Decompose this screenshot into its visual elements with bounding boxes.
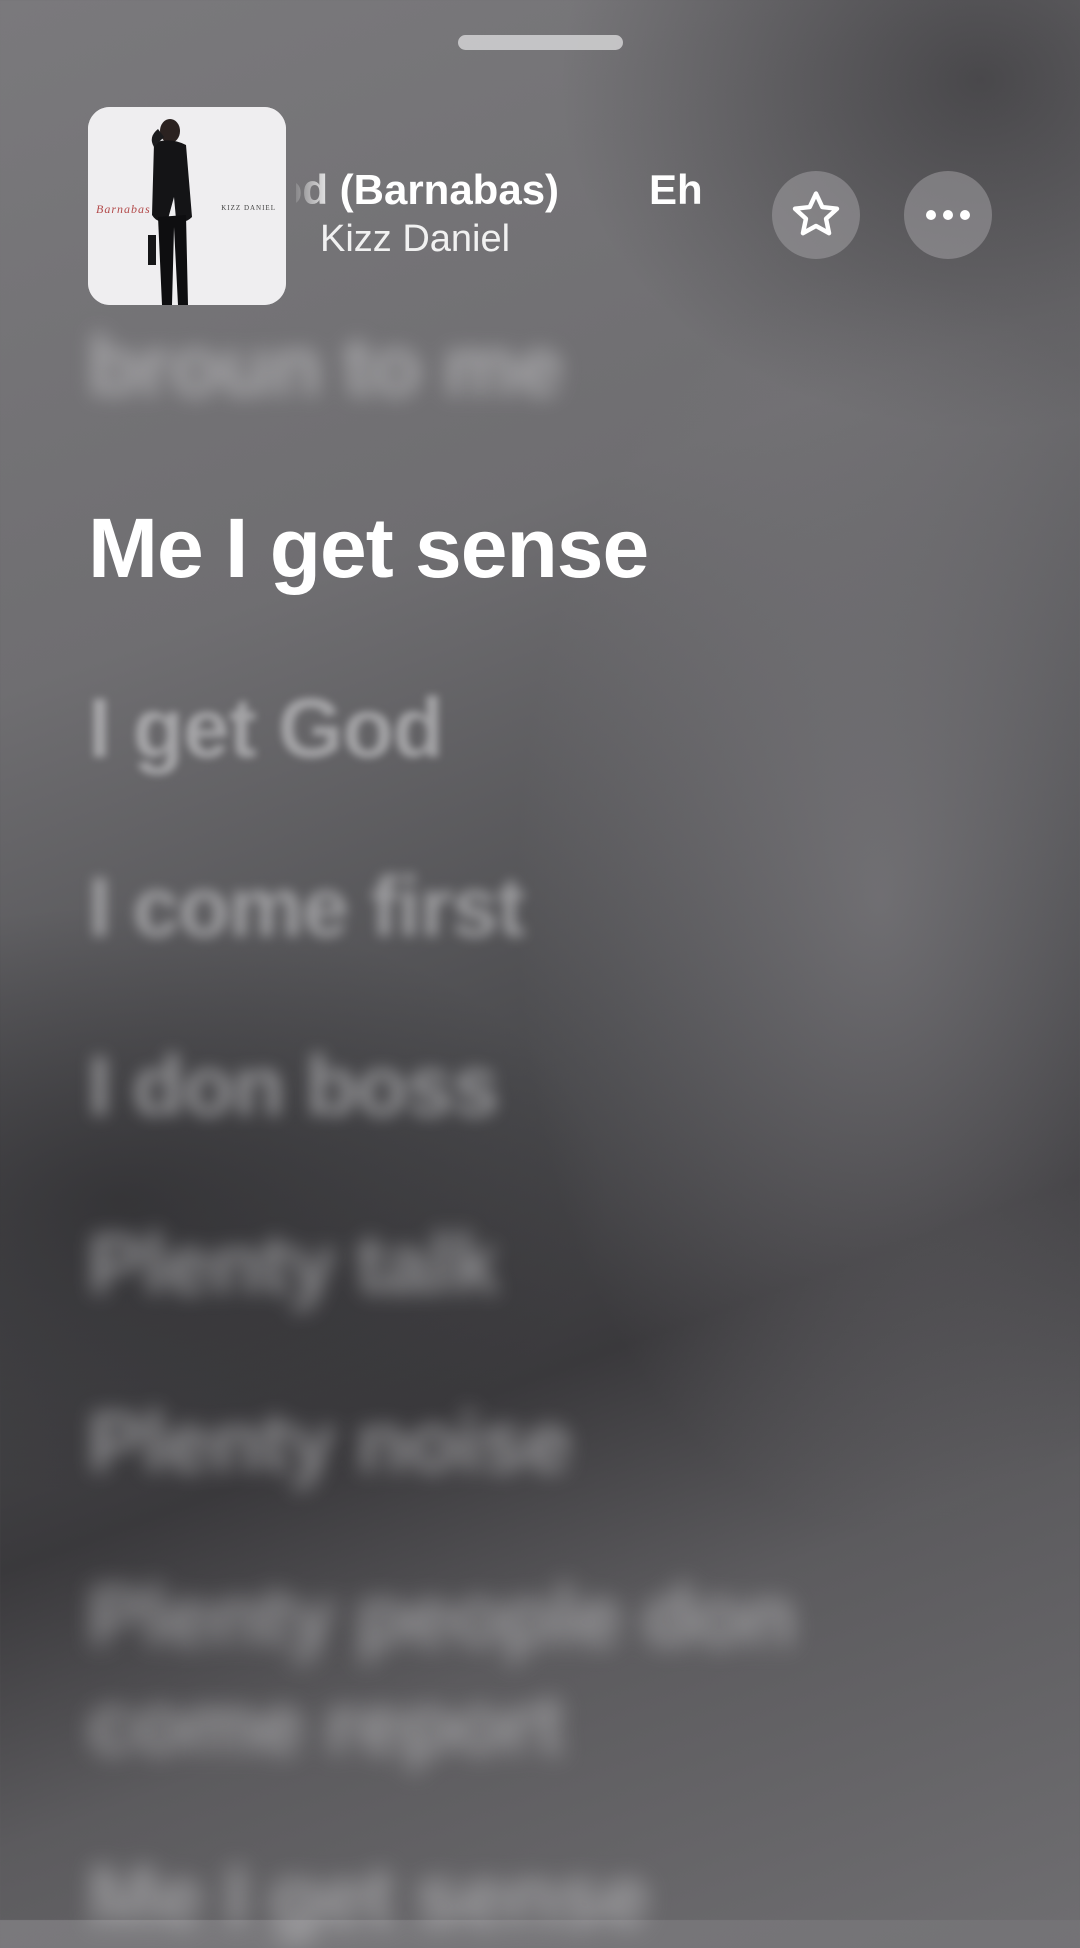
lyric-line-current[interactable]: Me I get sense [88, 496, 649, 600]
ellipsis-icon [926, 210, 970, 220]
lyric-line[interactable]: Plenty talk [88, 1212, 498, 1316]
artwork-artist-text: KIZZ DANIEL [221, 204, 276, 212]
lyric-line[interactable]: I come first [88, 855, 525, 959]
lyric-line[interactable]: Plenty noise [88, 1390, 572, 1494]
artwork-album-title: Barnabas [96, 202, 151, 216]
star-outline-icon [792, 191, 840, 236]
lyric-line[interactable]: Me I get sense [88, 1844, 649, 1948]
favorite-button[interactable] [772, 171, 860, 259]
lyric-line[interactable]: Plenty people don [88, 1564, 795, 1668]
sheet-grabber[interactable] [458, 35, 623, 50]
album-artwork[interactable]: Barnabas KIZZ DANIEL [88, 107, 286, 305]
more-button[interactable] [904, 171, 992, 259]
lyric-line[interactable]: I get God [88, 676, 444, 780]
artist-name[interactable]: Kizz Daniel [320, 218, 510, 261]
lyric-line-previous[interactable]: broun to me [88, 314, 563, 418]
song-title-next: Eh [649, 166, 703, 213]
lyric-line[interactable]: come report [88, 1672, 563, 1776]
song-title: God (Barnabas) [296, 166, 560, 213]
lyric-line[interactable]: I don boss [88, 1034, 499, 1138]
